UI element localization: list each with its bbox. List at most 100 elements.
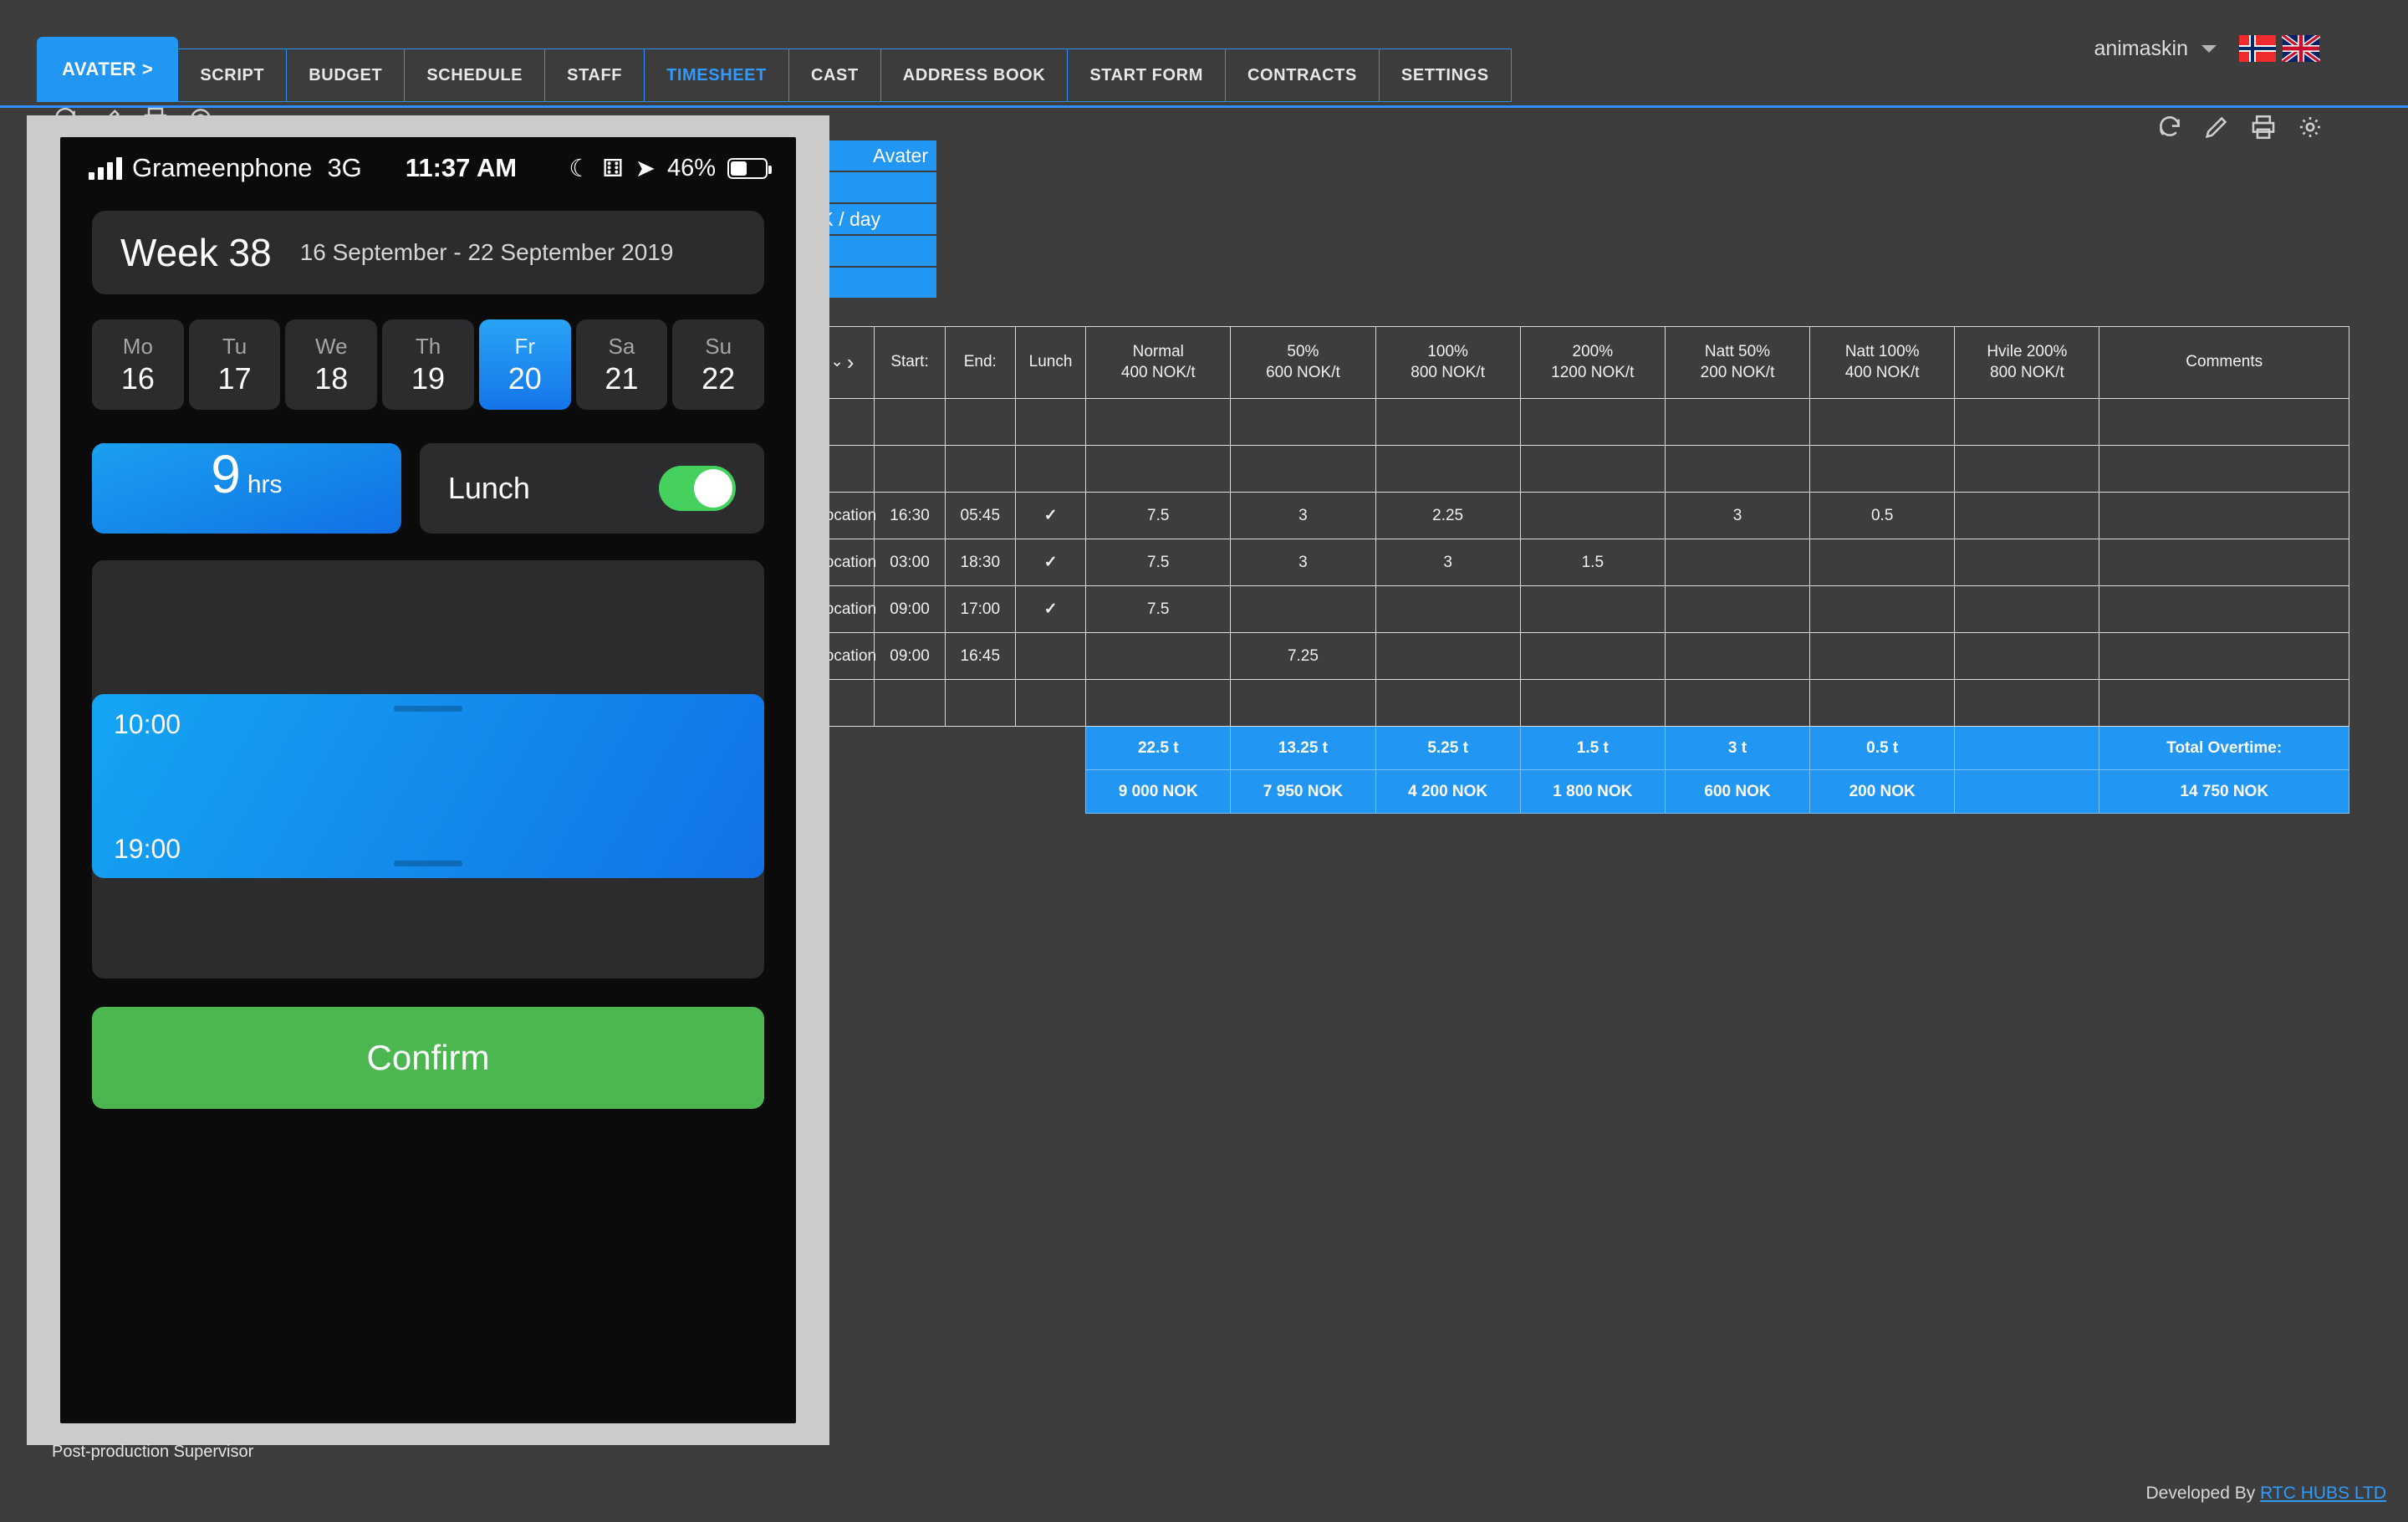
tab-settings[interactable]: SETTINGS [1379, 49, 1512, 102]
cell-start[interactable] [874, 679, 946, 727]
hours-card[interactable]: 9 hrs [92, 443, 401, 534]
day-mo[interactable]: Mo 16 [92, 319, 184, 410]
day-sa[interactable]: Sa 21 [575, 319, 668, 410]
cell-lunch[interactable] [1014, 679, 1087, 727]
cell-lunch[interactable] [1014, 632, 1087, 680]
tab-script[interactable]: SCRIPT [178, 49, 288, 102]
cell-start[interactable] [874, 445, 946, 493]
cell-natt100[interactable] [1809, 679, 1956, 727]
gear-icon[interactable] [2296, 113, 2324, 141]
cell-start[interactable] [874, 398, 946, 446]
cell-lunch[interactable] [1014, 398, 1087, 446]
cell-lunch[interactable] [1014, 445, 1087, 493]
day-selector[interactable]: Mo 16 Tu 17 We 18 Th 19 Fr 20 Sa 21 Su 22 [92, 319, 765, 410]
page-action-icons[interactable] [2155, 113, 2324, 141]
cell-p200[interactable] [1519, 679, 1666, 727]
cell-p50[interactable] [1230, 445, 1376, 493]
cell-natt100[interactable] [1809, 445, 1956, 493]
cell-p50[interactable] [1230, 679, 1376, 727]
cell-hvile200[interactable] [1954, 679, 2100, 727]
cell-p50[interactable] [1230, 585, 1376, 633]
cell-p100[interactable]: 2.25 [1375, 492, 1521, 539]
cell-p200[interactable]: 1.5 [1519, 539, 1666, 586]
cell-end[interactable]: 16:45 [944, 632, 1016, 680]
slider-handle-top[interactable] [394, 706, 462, 712]
cell-comments[interactable] [2099, 398, 2349, 446]
cell-end[interactable]: 05:45 [944, 492, 1016, 539]
cell-normal[interactable]: 7.5 [1085, 585, 1232, 633]
table-row[interactable]: 0-02-05Location16:3005:45✓7.532.2530.5 [756, 492, 2349, 539]
cell-p100[interactable] [1375, 445, 1521, 493]
cell-start[interactable]: 03:00 [874, 539, 946, 586]
cell-p100[interactable] [1375, 679, 1521, 727]
cell-start[interactable]: 09:00 [874, 585, 946, 633]
cell-natt50[interactable] [1664, 632, 1811, 680]
cell-p200[interactable] [1519, 445, 1666, 493]
time-range-selection[interactable]: 10:00 19:00 [92, 694, 764, 878]
cell-p100[interactable]: 3 [1375, 539, 1521, 586]
cell-hvile200[interactable] [1954, 539, 2100, 586]
cell-natt100[interactable]: 0.5 [1809, 492, 1956, 539]
cell-normal[interactable]: 7.5 [1085, 492, 1232, 539]
cell-natt50[interactable] [1664, 585, 1811, 633]
cell-natt50[interactable] [1664, 445, 1811, 493]
cell-p200[interactable] [1519, 632, 1666, 680]
cell-p50[interactable]: 3 [1230, 492, 1376, 539]
cell-comments[interactable] [2099, 679, 2349, 727]
cell-start[interactable]: 16:30 [874, 492, 946, 539]
time-range-slider[interactable]: 10:00 19:00 [92, 560, 764, 978]
lunch-toggle[interactable] [659, 466, 736, 511]
cell-normal[interactable] [1085, 398, 1232, 446]
refresh-icon[interactable] [2155, 113, 2184, 141]
language-flags[interactable] [2238, 35, 2320, 62]
user-menu[interactable]: animaskin [2094, 35, 2320, 62]
cell-normal[interactable]: 7.5 [1085, 539, 1232, 586]
cell-comments[interactable] [2099, 539, 2349, 586]
tab-start-form[interactable]: START FORM [1068, 49, 1226, 102]
table-row[interactable]: 0-02-03 [756, 398, 2349, 446]
cell-end[interactable] [944, 445, 1016, 493]
cell-natt100[interactable] [1809, 539, 1956, 586]
cell-natt50[interactable]: 3 [1664, 492, 1811, 539]
cell-p100[interactable] [1375, 398, 1521, 446]
table-row[interactable]: 0-02-04 [756, 445, 2349, 493]
cell-lunch[interactable]: ✓ [1014, 492, 1087, 539]
tab-cast[interactable]: CAST [788, 49, 881, 102]
tab-budget[interactable]: BUDGET [287, 49, 406, 102]
table-row[interactable]: 0-02-08Location09:0016:457.25 [756, 632, 2349, 680]
cell-normal[interactable] [1085, 632, 1232, 680]
cell-natt100[interactable] [1809, 632, 1956, 680]
project-tab-bar[interactable]: AVATER > SCRIPT BUDGET SCHEDULE STAFF TIMESHE… [37, 37, 1512, 102]
day-tu[interactable]: Tu 17 [188, 319, 281, 410]
tab-address-book[interactable]: ADDRESS BOOK [880, 49, 1069, 102]
cell-hvile200[interactable] [1954, 492, 2100, 539]
footer-link[interactable]: RTC HUBS LTD [2260, 1484, 2386, 1503]
cell-comments[interactable] [2099, 632, 2349, 680]
cell-end[interactable] [944, 679, 1016, 727]
cell-natt100[interactable] [1809, 398, 1956, 446]
cell-p100[interactable] [1375, 632, 1521, 680]
cell-hvile200[interactable] [1954, 445, 2100, 493]
day-fr[interactable]: Fr 20 [478, 319, 571, 410]
cell-p50[interactable] [1230, 398, 1376, 446]
cell-natt50[interactable] [1664, 398, 1811, 446]
tab-schedule[interactable]: SCHEDULE [405, 49, 546, 102]
print-icon[interactable] [2249, 113, 2278, 141]
cell-lunch[interactable]: ✓ [1014, 539, 1087, 586]
tab-staff[interactable]: STAFF [545, 49, 645, 102]
cell-p200[interactable] [1519, 492, 1666, 539]
cell-lunch[interactable]: ✓ [1014, 585, 1087, 633]
edit-pencil-icon[interactable] [2202, 113, 2231, 141]
cell-natt100[interactable] [1809, 585, 1956, 633]
cell-hvile200[interactable] [1954, 398, 2100, 446]
day-th[interactable]: Th 19 [382, 319, 474, 410]
cell-hvile200[interactable] [1954, 585, 2100, 633]
cell-p50[interactable]: 3 [1230, 539, 1376, 586]
cell-p200[interactable] [1519, 585, 1666, 633]
slider-handle-bottom[interactable] [394, 861, 462, 866]
chevron-down-icon[interactable] [2201, 44, 2217, 53]
cell-end[interactable]: 17:00 [944, 585, 1016, 633]
flag-norway-icon[interactable] [2238, 35, 2277, 62]
day-su[interactable]: Su 22 [672, 319, 765, 410]
cell-p100[interactable] [1375, 585, 1521, 633]
